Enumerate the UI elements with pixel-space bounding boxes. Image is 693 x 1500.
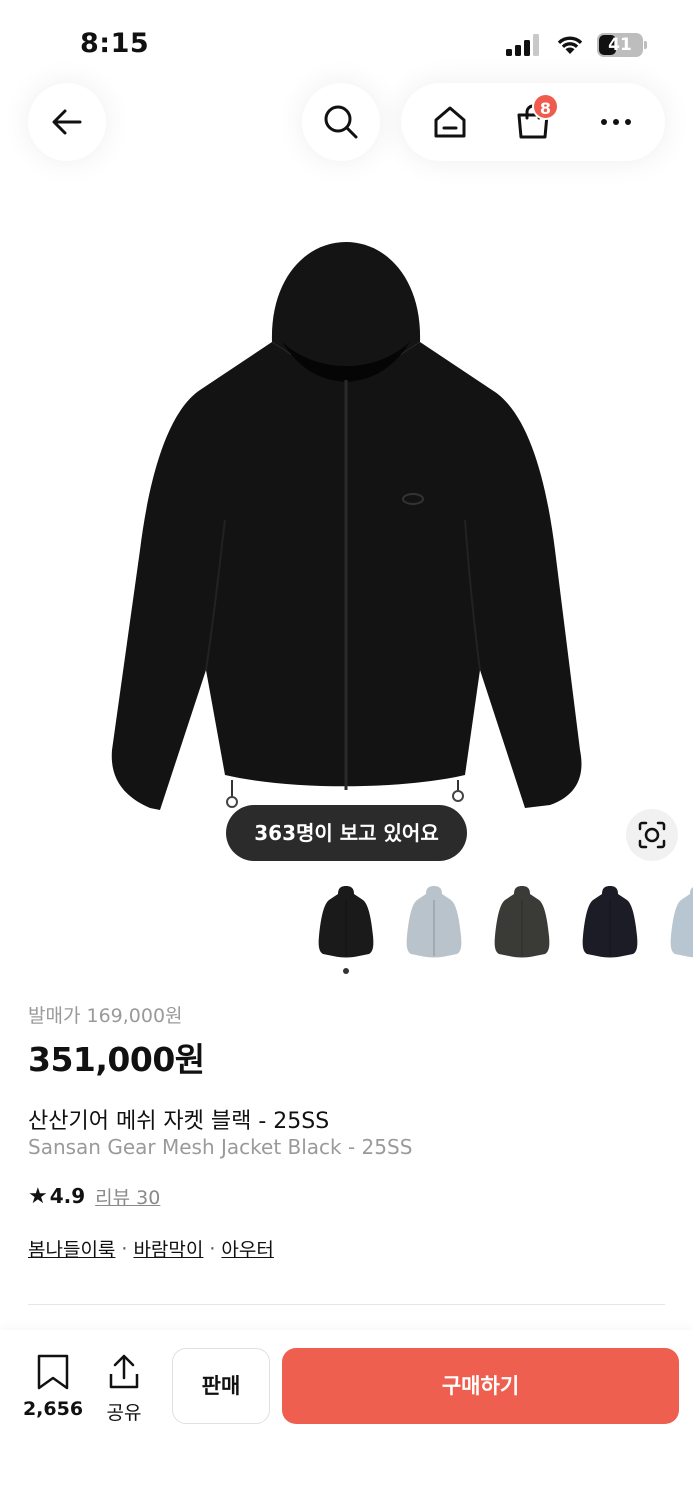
rating-row: ★ 4.9 리뷰 30: [28, 1183, 160, 1209]
search-icon: [324, 105, 358, 139]
nav-action-group: 8: [401, 83, 665, 161]
thumb-sky[interactable]: [657, 880, 693, 962]
status-time: 8:15: [80, 28, 150, 59]
thumb-navy[interactable]: [569, 880, 651, 962]
status-bar: 8:15 41: [0, 0, 693, 80]
tag-separator: ·: [121, 1237, 128, 1260]
bottom-action-bar: 2,656 공유 판매 구매하기: [0, 1330, 693, 1500]
image-search-button[interactable]: [626, 809, 678, 861]
star-icon: ★: [28, 1183, 48, 1209]
cart-count-badge: 8: [531, 93, 559, 120]
share-button[interactable]: 공유: [100, 1354, 148, 1424]
bookmark-count: 2,656: [22, 1398, 84, 1420]
tag-link[interactable]: 바람막이: [133, 1235, 203, 1262]
wifi-icon: [557, 36, 583, 54]
thumb-black[interactable]: [305, 880, 387, 962]
cellular-signal-icon: [506, 34, 539, 56]
review-link[interactable]: 리뷰 30: [95, 1183, 160, 1210]
section-divider: [28, 1304, 665, 1305]
more-button[interactable]: [584, 90, 648, 154]
viewer-count-badge: 363명이 보고 있어요: [226, 805, 467, 861]
bookmark-button[interactable]: 2,656: [20, 1354, 86, 1422]
home-button[interactable]: [418, 90, 482, 154]
cart-button[interactable]: 8: [501, 90, 565, 154]
arrow-left-icon: [52, 109, 82, 135]
search-button[interactable]: [302, 83, 380, 161]
back-button[interactable]: [28, 83, 106, 161]
thumb-olive[interactable]: [481, 880, 563, 962]
current-price: 351,000원: [28, 1040, 205, 1079]
rating-value: 4.9: [49, 1184, 86, 1208]
tag-link[interactable]: 봄나들이룩: [28, 1235, 115, 1262]
product-image[interactable]: [0, 230, 693, 880]
bookmark-icon: [37, 1354, 69, 1390]
share-label: 공유: [106, 1402, 142, 1424]
battery-level: 41: [608, 35, 632, 55]
home-icon: [434, 106, 466, 138]
product-name-korean: 산산기어 메쉬 자켓 블랙 - 25SS: [28, 1109, 330, 1134]
tag-link[interactable]: 아우터: [221, 1235, 273, 1262]
share-icon: [109, 1354, 139, 1389]
tag-list: 봄나들이룩 · 바람막이 · 아우터: [28, 1235, 274, 1262]
buy-button[interactable]: 구매하기: [282, 1348, 679, 1424]
tag-separator: ·: [209, 1237, 216, 1260]
battery-indicator: 41: [597, 33, 647, 57]
release-price: 발매가 169,000원: [28, 1005, 183, 1027]
more-horizontal-icon: [600, 119, 631, 125]
carousel-indicator: [343, 968, 349, 974]
sell-button[interactable]: 판매: [172, 1348, 270, 1424]
thumb-light-gray[interactable]: [393, 880, 475, 962]
product-name-english: Sansan Gear Mesh Jacket Black - 25SS: [28, 1135, 413, 1159]
thumbnail-strip: [305, 880, 693, 966]
image-search-icon: [638, 821, 666, 849]
